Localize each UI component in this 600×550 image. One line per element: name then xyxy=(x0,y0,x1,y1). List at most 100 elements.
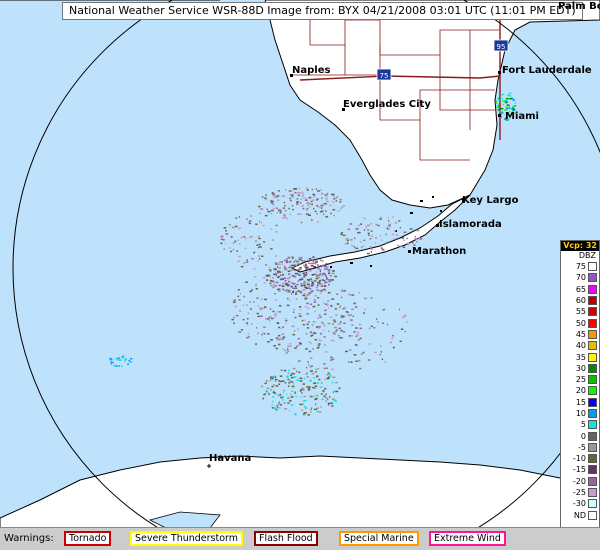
echo-pixel xyxy=(258,205,261,208)
echo-pixel xyxy=(318,206,321,208)
legend-row: 60 xyxy=(561,295,599,306)
echo-pixel xyxy=(391,233,395,236)
echo-pixel xyxy=(110,363,112,365)
legend-row: 40 xyxy=(561,340,599,351)
echo-pixel xyxy=(351,335,353,337)
echo-pixel xyxy=(331,405,334,407)
echo-pixel xyxy=(295,259,297,261)
legend-row: 10 xyxy=(561,408,599,419)
echo-pixel xyxy=(275,337,279,339)
echo-pixel xyxy=(293,264,296,266)
echo-pixel xyxy=(299,267,302,269)
legend-level-label: 70 xyxy=(575,273,586,283)
echo-pixel xyxy=(314,295,317,297)
echo-pixel xyxy=(295,291,297,293)
echo-pixel xyxy=(333,321,337,323)
echo-pixel xyxy=(302,283,306,285)
echo-pixel xyxy=(302,289,304,292)
echo-pixel xyxy=(330,356,333,359)
echo-pixel xyxy=(256,312,259,315)
warning-flash-flood-button[interactable]: Flash Flood xyxy=(254,531,318,546)
echo-pixel xyxy=(242,318,245,321)
echo-pixel xyxy=(278,383,281,385)
echo-pixel xyxy=(316,375,319,378)
echo-pixel xyxy=(386,323,389,326)
echo-pixel xyxy=(276,272,279,274)
echo-pixel xyxy=(271,317,274,320)
city-islamorada: Islamorada xyxy=(439,219,502,230)
echo-pixel xyxy=(255,283,257,286)
echo-pixel xyxy=(325,215,329,218)
echo-pixel xyxy=(357,331,360,334)
echo-pixel xyxy=(316,221,319,223)
echo-pixel xyxy=(304,274,307,277)
echo-pixel xyxy=(290,396,294,398)
echo-pixel xyxy=(324,309,327,312)
echo-pixel xyxy=(270,284,273,287)
echo-pixel xyxy=(254,240,258,242)
echo-pixel xyxy=(364,297,367,300)
echo-pixel xyxy=(313,395,315,397)
echo-pixel xyxy=(278,326,280,329)
echo-pixel xyxy=(293,282,296,285)
echo-pixel xyxy=(303,260,306,262)
echo-pixel xyxy=(319,386,323,388)
echo-pixel xyxy=(314,398,317,401)
echo-pixel xyxy=(298,315,302,317)
echo-pixel xyxy=(278,343,281,346)
warning-tornado-button[interactable]: Tornado xyxy=(64,531,112,546)
echo-pixel xyxy=(318,314,321,316)
echo-pixel xyxy=(323,344,326,346)
echo-pixel xyxy=(265,198,268,201)
warning-extreme-wind-button[interactable]: Extreme Wind xyxy=(429,531,506,546)
echo-pixel xyxy=(409,228,413,230)
echo-pixel xyxy=(268,266,270,269)
echo-pixel xyxy=(232,249,235,251)
echo-pixel xyxy=(398,220,401,222)
echo-pixel xyxy=(278,305,282,307)
echo-pixel xyxy=(276,311,278,313)
i95-label: 95 xyxy=(497,43,506,51)
echo-pixel xyxy=(292,208,294,211)
echo-pixel xyxy=(286,289,289,291)
warning-severe-thunderstorm-button[interactable]: Severe Thunderstorm xyxy=(130,531,244,546)
echo-pixel xyxy=(320,321,324,324)
echo-pixel xyxy=(343,322,346,325)
echo-pixel xyxy=(328,396,331,398)
echo-pixel xyxy=(328,330,330,332)
echo-pixel xyxy=(327,300,330,302)
echo-pixel xyxy=(280,261,283,263)
echo-pixel xyxy=(329,204,332,207)
echo-pixel xyxy=(267,210,271,213)
echo-pixel xyxy=(334,326,337,329)
echo-pixel xyxy=(266,387,270,389)
echo-pixel xyxy=(310,342,312,345)
warning-special-marine-button[interactable]: Special Marine xyxy=(339,531,419,546)
echo-pixel xyxy=(319,270,321,273)
echo-pixel xyxy=(355,360,358,362)
echo-pixel xyxy=(223,248,225,250)
echo-pixel xyxy=(298,344,301,346)
echo-pixel xyxy=(371,235,373,238)
echo-pixel xyxy=(281,277,284,280)
echo-pixel xyxy=(263,282,266,284)
echo-pixel xyxy=(298,342,302,344)
echo-pixel xyxy=(276,212,278,214)
echo-pixel xyxy=(288,281,291,283)
echo-pixel xyxy=(278,337,281,339)
echo-pixel xyxy=(285,376,289,378)
echo-pixel xyxy=(327,402,331,405)
echo-pixel xyxy=(327,322,331,325)
echo-pixel xyxy=(316,347,320,349)
echo-pixel xyxy=(323,329,325,331)
echo-pixel xyxy=(302,324,305,326)
echo-pixel xyxy=(292,383,294,385)
echo-pixel xyxy=(260,315,263,317)
echo-pixel xyxy=(325,198,328,200)
echo-pixel xyxy=(304,199,308,201)
echo-pixel xyxy=(281,333,285,335)
echo-pixel xyxy=(310,203,312,206)
echo-pixel xyxy=(311,262,314,265)
echo-pixel xyxy=(363,312,365,314)
echo-pixel xyxy=(500,107,504,110)
